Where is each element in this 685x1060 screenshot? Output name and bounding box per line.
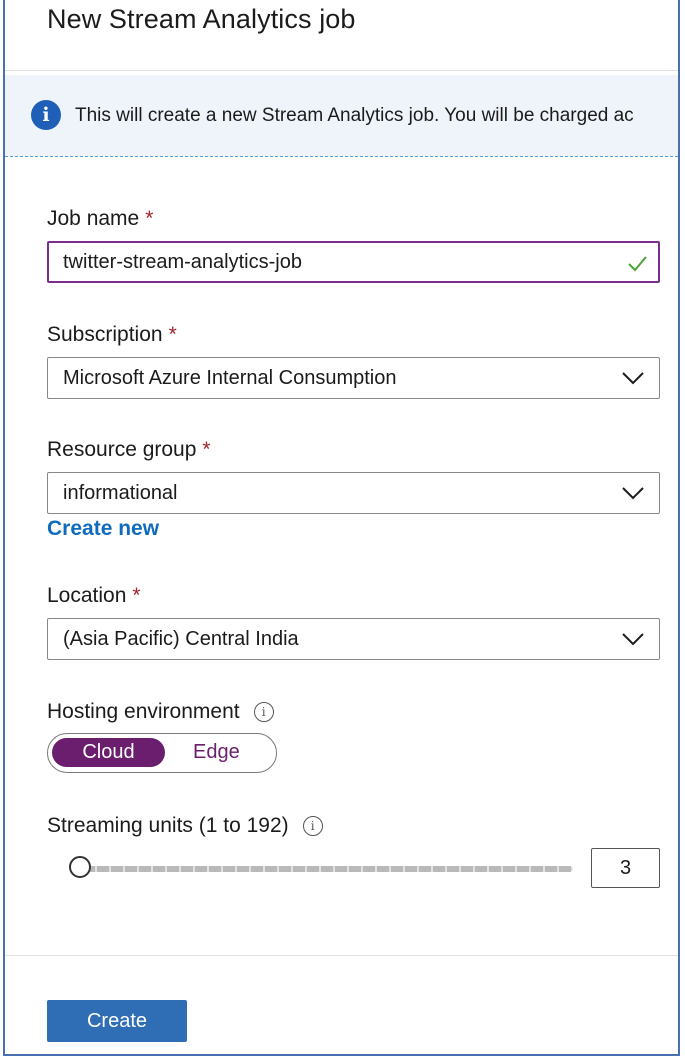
footer-divider (5, 955, 678, 956)
create-job-panel: New Stream Analytics job i This will cre… (3, 0, 680, 1056)
subscription-label: Subscription * (47, 323, 177, 347)
required-marker: * (132, 584, 141, 607)
checkmark-icon (628, 256, 647, 272)
page-title: New Stream Analytics job (47, 4, 356, 34)
subscription-value: Microsoft Azure Internal Consumption (63, 367, 397, 389)
info-icon[interactable]: i (302, 816, 323, 836)
location-dropdown[interactable]: (Asia Pacific) Central India (47, 618, 660, 660)
streaming-units-slider-thumb[interactable] (69, 856, 91, 878)
panel-header: New Stream Analytics job (5, 0, 678, 71)
streaming-units-input[interactable]: 3 (591, 848, 660, 888)
resource-group-dropdown[interactable]: informational (47, 472, 660, 514)
streaming-units-label-text: Streaming units (1 to 192) (47, 814, 289, 837)
job-name-value: twitter-stream-analytics-job (63, 251, 302, 273)
info-icon[interactable]: i (253, 702, 274, 722)
streaming-units-label: Streaming units (1 to 192) i (47, 814, 323, 838)
info-icon: i (31, 100, 61, 130)
job-name-label: Job name * (47, 207, 153, 231)
streaming-units-slider-track[interactable] (83, 866, 573, 872)
chevron-down-icon (622, 372, 644, 385)
hosting-option-cloud[interactable]: Cloud (52, 738, 165, 767)
required-marker: * (145, 207, 154, 230)
required-marker: * (168, 323, 177, 346)
required-marker: * (202, 438, 211, 461)
hosting-environment-label: Hosting environment i (47, 700, 274, 724)
subscription-dropdown[interactable]: Microsoft Azure Internal Consumption (47, 357, 660, 399)
create-button[interactable]: Create (47, 1000, 187, 1042)
chevron-down-icon (622, 487, 644, 500)
resource-group-label-text: Resource group (47, 438, 197, 461)
subscription-label-text: Subscription (47, 323, 163, 346)
hosting-option-edge[interactable]: Edge (193, 741, 240, 764)
job-name-label-text: Job name (47, 207, 140, 230)
hosting-environment-label-text: Hosting environment (47, 700, 240, 723)
create-new-link[interactable]: Create new (47, 517, 159, 541)
chevron-down-icon (622, 633, 644, 646)
location-label: Location * (47, 584, 141, 608)
resource-group-label: Resource group * (47, 438, 211, 462)
location-value: (Asia Pacific) Central India (63, 628, 299, 650)
job-name-input[interactable]: twitter-stream-analytics-job (47, 241, 660, 283)
info-banner: i This will create a new Stream Analytic… (5, 75, 678, 157)
info-banner-text: This will create a new Stream Analytics … (75, 105, 634, 126)
resource-group-value: informational (63, 482, 178, 504)
hosting-environment-toggle[interactable]: Cloud Edge (47, 733, 277, 773)
location-label-text: Location (47, 584, 127, 607)
